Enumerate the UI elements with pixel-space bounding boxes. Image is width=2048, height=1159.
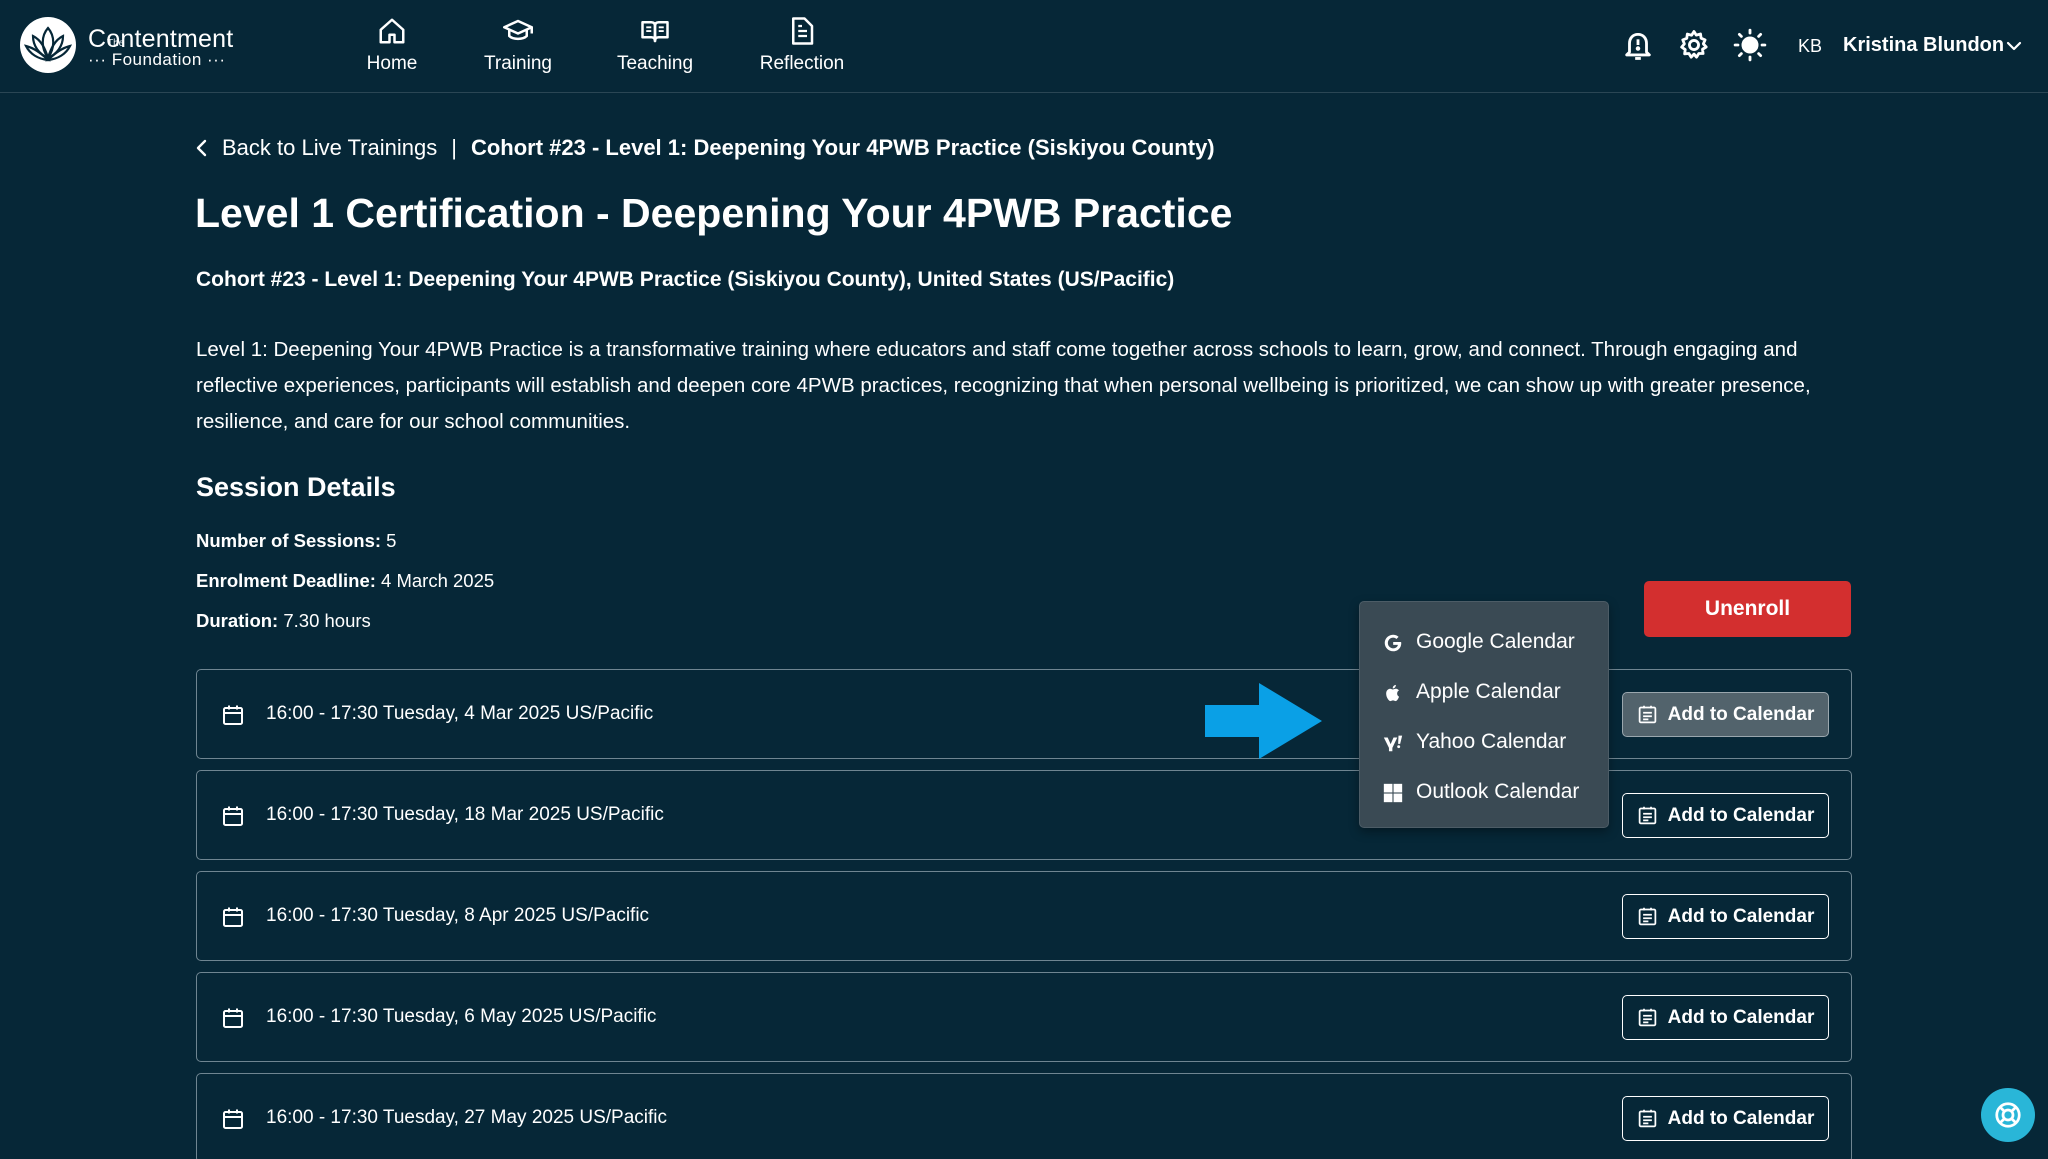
calendar-icon <box>221 703 245 727</box>
duration-value: 7.30 hours <box>278 610 371 631</box>
brand-subtitle: ··· Foundation ··· <box>88 50 226 69</box>
enrolment-deadline: Enrolment Deadline: 4 March 2025 <box>196 570 494 592</box>
nav-reflection[interactable]: Reflection <box>756 14 848 80</box>
session-details-heading: Session Details <box>196 472 396 502</box>
brand-logo[interactable]: The Contentment ··· Foundation ··· <box>19 16 279 76</box>
chevron-left-icon <box>196 139 207 157</box>
outlook-calendar-label: Outlook Calendar <box>1416 780 1580 803</box>
yahoo-calendar-label: Yahoo Calendar <box>1416 730 1567 753</box>
nav-training[interactable]: Training <box>478 14 558 80</box>
yahoo-calendar-option[interactable]: Yahoo Calendar <box>1360 719 1610 765</box>
breadcrumb-current: Cohort #23 - Level 1: Deepening Your 4PW… <box>470 135 1215 160</box>
sessions-value: 5 <box>381 530 397 551</box>
theme-sun-icon[interactable] <box>1733 28 1767 62</box>
add-to-calendar-button[interactable]: Add to Calendar <box>1622 995 1829 1040</box>
session-row: 16:00 - 17:30 Tuesday, 6 May 2025 US/Pac… <box>196 972 1852 1062</box>
user-name[interactable]: Kristina Blundon <box>1843 34 2004 57</box>
lifebuoy-icon <box>1995 1102 2021 1128</box>
settings-gear-icon[interactable] <box>1677 28 1711 62</box>
calendar-icon <box>221 905 245 929</box>
nav-home[interactable]: Home <box>362 14 422 80</box>
calendar-note-icon <box>1637 805 1668 826</box>
add-to-calendar-label: Add to Calendar <box>1667 905 1815 927</box>
windows-icon <box>1383 783 1403 803</box>
breadcrumb-separator: | <box>451 135 457 160</box>
google-icon <box>1384 634 1402 652</box>
document-icon <box>792 17 814 45</box>
sessions-label: Number of Sessions: <box>196 530 382 551</box>
apple-icon <box>1386 684 1400 702</box>
add-to-calendar-label: Add to Calendar <box>1667 703 1815 725</box>
add-to-calendar-button[interactable]: Add to Calendar <box>1622 692 1829 737</box>
outlook-calendar-option[interactable]: Outlook Calendar <box>1360 769 1610 815</box>
training-description: Level 1: Deepening Your 4PWB Practice is… <box>196 338 1811 433</box>
notification-bell-icon[interactable] <box>1621 28 1655 62</box>
add-to-calendar-button[interactable]: Add to Calendar <box>1622 894 1829 939</box>
session-datetime: 16:00 - 17:30 Tuesday, 4 Mar 2025 US/Pac… <box>266 703 654 724</box>
help-support-button[interactable] <box>1981 1088 2035 1142</box>
session-row: 16:00 - 17:30 Tuesday, 8 Apr 2025 US/Pac… <box>196 871 1852 961</box>
open-book-icon <box>641 21 669 43</box>
cohort-subtitle: Cohort #23 - Level 1: Deepening Your 4PW… <box>196 268 1175 291</box>
add-to-calendar-button[interactable]: Add to Calendar <box>1622 793 1829 838</box>
calendar-icon <box>221 1006 245 1030</box>
duration: Duration: 7.30 hours <box>196 610 371 632</box>
nav-reflection-label: Reflection <box>759 53 845 74</box>
add-to-calendar-label: Add to Calendar <box>1667 1107 1815 1129</box>
add-to-calendar-label: Add to Calendar <box>1667 804 1815 826</box>
nav-teaching-label: Teaching <box>616 53 694 74</box>
pointing-arrow-icon <box>1205 683 1322 759</box>
breadcrumb: Back to Live Trainings | Cohort #23 - Le… <box>194 135 1215 161</box>
session-datetime: 16:00 - 17:30 Tuesday, 18 Mar 2025 US/Pa… <box>266 804 664 825</box>
calendar-icon <box>221 804 245 828</box>
user-avatar-initials[interactable]: KB <box>1798 36 1822 57</box>
add-to-calendar-button[interactable]: Add to Calendar <box>1622 1096 1829 1141</box>
page-title: Level 1 Certification - Deepening Your 4… <box>195 190 1233 236</box>
deadline-label: Enrolment Deadline: <box>196 570 376 591</box>
calendar-note-icon <box>1637 704 1668 725</box>
lotus-logo-icon <box>20 17 76 73</box>
back-link-label: Back to Live Trainings <box>222 135 438 160</box>
calendar-icon <box>221 1107 245 1131</box>
add-to-calendar-label: Add to Calendar <box>1667 1006 1815 1028</box>
chevron-down-icon[interactable] <box>2004 36 2024 56</box>
calendar-note-icon <box>1637 906 1668 927</box>
session-datetime: 16:00 - 17:30 Tuesday, 6 May 2025 US/Pac… <box>266 1006 657 1027</box>
add-to-calendar-menu: Google Calendar Apple Calendar Yahoo Cal… <box>1359 601 1609 828</box>
yahoo-icon <box>1383 735 1403 752</box>
session-datetime: 16:00 - 17:30 Tuesday, 8 Apr 2025 US/Pac… <box>266 905 650 926</box>
nav-teaching[interactable]: Teaching <box>613 14 697 80</box>
home-icon <box>379 18 405 44</box>
session-datetime: 16:00 - 17:30 Tuesday, 27 May 2025 US/Pa… <box>266 1107 667 1128</box>
top-navigation-bar: The Contentment ··· Foundation ··· Home … <box>0 0 2048 93</box>
nav-home-label: Home <box>366 53 418 74</box>
number-of-sessions: Number of Sessions: 5 <box>196 530 396 552</box>
back-to-live-trainings-link[interactable]: Back to Live Trainings <box>194 135 437 161</box>
nav-training-label: Training <box>484 53 552 74</box>
apple-calendar-label: Apple Calendar <box>1416 680 1561 703</box>
calendar-note-icon <box>1637 1108 1668 1129</box>
google-calendar-label: Google Calendar <box>1416 630 1575 653</box>
google-calendar-option[interactable]: Google Calendar <box>1360 619 1610 665</box>
unenroll-button[interactable]: Unenroll <box>1644 581 1851 637</box>
session-row: 16:00 - 17:30 Tuesday, 27 May 2025 US/Pa… <box>196 1073 1852 1159</box>
graduation-cap-icon <box>503 19 533 41</box>
deadline-value: 4 March 2025 <box>375 570 495 591</box>
calendar-note-icon <box>1637 1007 1668 1028</box>
duration-label: Duration: <box>196 610 279 631</box>
apple-calendar-option[interactable]: Apple Calendar <box>1360 669 1610 715</box>
